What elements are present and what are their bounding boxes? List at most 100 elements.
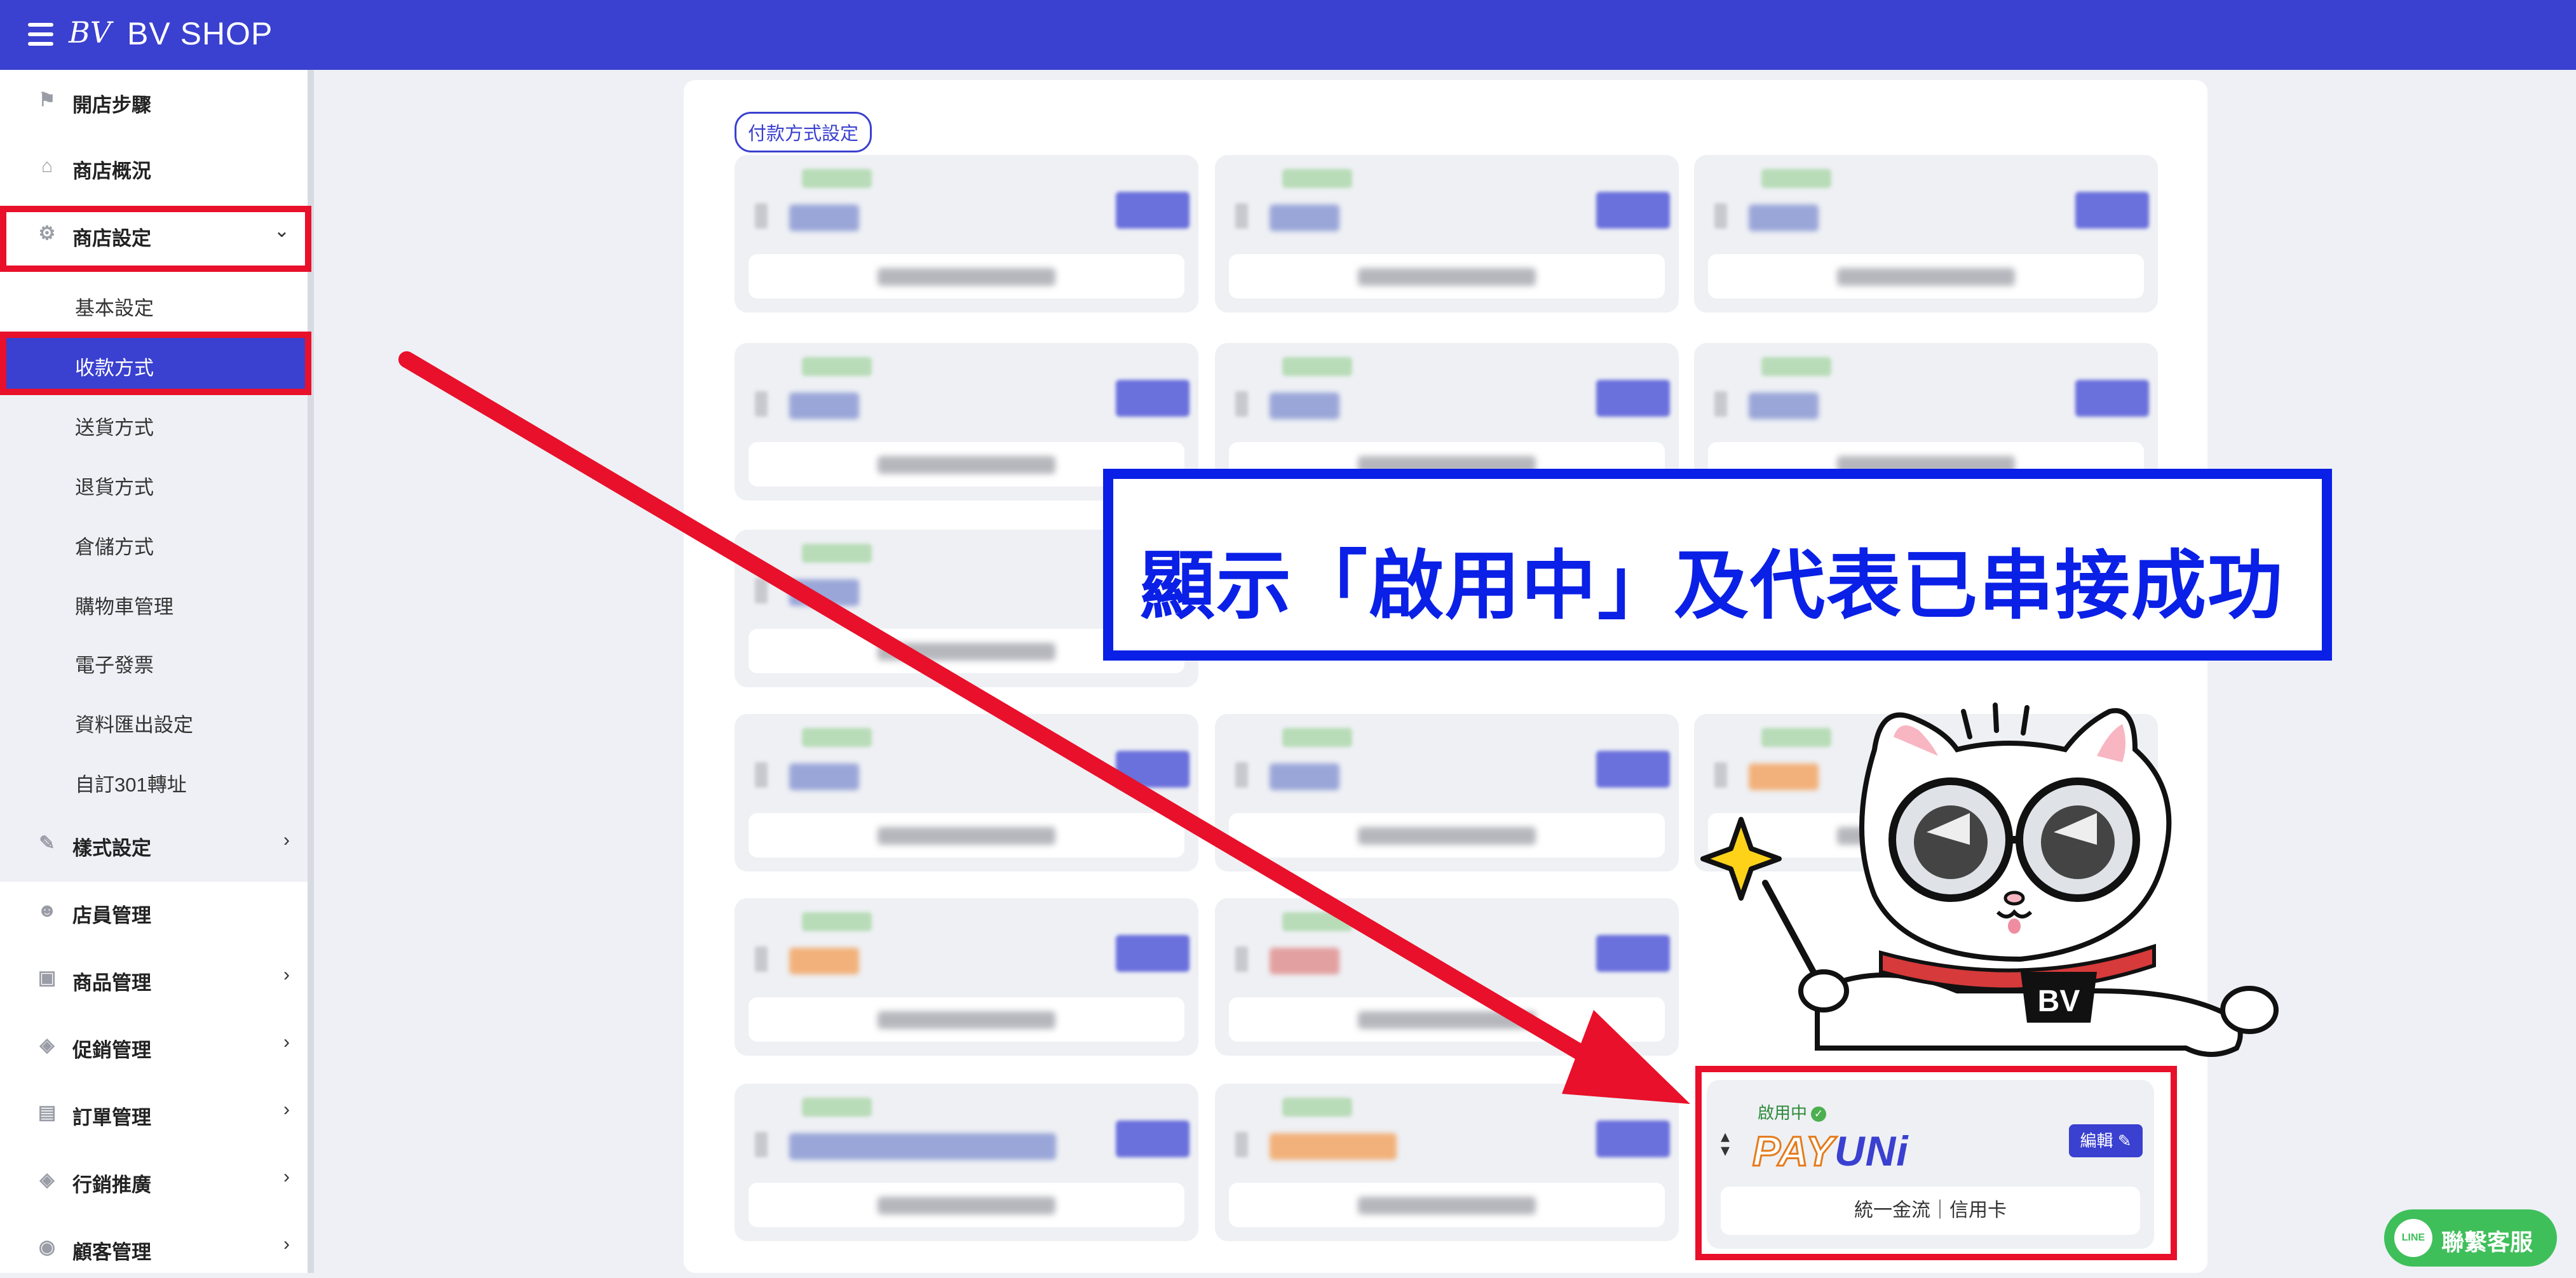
sidebar-subitem-label: 退貨方式 [75, 476, 154, 499]
edit-button[interactable] [2075, 192, 2149, 229]
sort-handle-icon[interactable] [755, 391, 768, 417]
sidebar-subitem-storage-methods[interactable]: 倉儲方式 [0, 513, 310, 572]
hamburger-menu-icon[interactable] [28, 23, 53, 46]
payment-logo [789, 393, 859, 419]
payment-description [749, 254, 1184, 299]
sidebar-item-order-management[interactable]: ▤ 訂單管理 › [0, 1082, 310, 1143]
payment-card[interactable] [735, 898, 1198, 1056]
sidebar-subitem-data-export[interactable]: 資料匯出設定 [0, 691, 310, 750]
payment-logo [1270, 948, 1339, 974]
payment-description [749, 813, 1184, 858]
sidebar-subitem-shipping-methods[interactable]: 送貨方式 [0, 394, 310, 452]
edit-button[interactable] [1116, 935, 1190, 972]
edit-button[interactable] [1596, 380, 1670, 417]
sort-handle-icon[interactable] [1714, 203, 1727, 229]
chevron-right-icon: › [283, 1166, 290, 1187]
sidebar-item-label: 訂單管理 [72, 1106, 151, 1129]
chevron-right-icon: › [283, 830, 290, 851]
payment-card[interactable] [735, 714, 1198, 871]
edit-button[interactable] [1116, 1120, 1190, 1157]
sidebar-item-promotion-management[interactable]: ◈ 促銷管理 › [0, 1015, 310, 1076]
sort-handle-icon[interactable] [1235, 762, 1248, 788]
payment-card[interactable] [735, 155, 1198, 313]
box-icon: ▣ [37, 967, 57, 988]
line-icon: LINE [2394, 1219, 2432, 1257]
sort-handle-icon[interactable] [755, 946, 768, 972]
sidebar-subitem-cart-management[interactable]: 購物車管理 [0, 573, 310, 631]
status-label [802, 544, 872, 563]
edit-button[interactable] [1116, 192, 1190, 229]
sidebar-subitem-label: 購物車管理 [75, 596, 173, 618]
sidebar-item-staff-management[interactable]: ☻ 店員管理 [0, 880, 310, 941]
sidebar-subitem-label: 資料匯出設定 [75, 714, 193, 736]
status-label [1282, 728, 1352, 747]
annotation-text: 顯示「啟用中」及代表已串接成功 [1140, 544, 2284, 628]
edit-button[interactable] [1116, 751, 1190, 788]
sidebar-subitem-basic-settings[interactable]: 基本設定 [0, 274, 310, 333]
sidebar-item-marketing[interactable]: ◈ 行銷推廣 › [0, 1150, 310, 1211]
status-label [1282, 1098, 1352, 1117]
sidebar-subitem-label: 自訂301轉址 [75, 774, 187, 796]
payment-logo [789, 205, 859, 231]
payment-card[interactable] [1215, 1084, 1679, 1241]
status-label [802, 169, 872, 188]
payment-description [1229, 1183, 1665, 1227]
edit-button[interactable] [1116, 380, 1190, 417]
edit-button[interactable] [1596, 192, 1670, 229]
payment-card[interactable] [735, 1084, 1198, 1241]
sidebar-item-store-overview[interactable]: ⌂ 商店概況 [0, 136, 310, 197]
home-icon: ⌂ [41, 156, 53, 177]
payment-description [1229, 254, 1665, 299]
status-label [1761, 357, 1831, 376]
payment-description [1229, 813, 1665, 858]
payment-card[interactable] [1694, 155, 2158, 313]
highlight-payuni-card [1695, 1066, 2177, 1260]
sidebar-item-customer-management[interactable]: ◉ 顧客管理 › [0, 1217, 310, 1278]
edit-button[interactable] [2075, 380, 2149, 417]
cat-mascot: BV [1700, 703, 2279, 1057]
brand-name[interactable]: BV SHOP [127, 15, 273, 52]
sort-handle-icon[interactable] [755, 1132, 768, 1157]
edit-button[interactable] [1596, 935, 1670, 972]
top-bar: BV BV SHOP [0, 0, 2576, 70]
sidebar-item-label: 店員管理 [72, 905, 151, 927]
sidebar-item-label: 樣式設定 [72, 837, 151, 859]
sort-handle-icon[interactable] [1235, 391, 1248, 417]
section-tag: 付款方式設定 [735, 112, 872, 152]
user-icon: ◉ [38, 1237, 56, 1258]
edit-button[interactable] [1596, 1120, 1670, 1157]
tag-icon: ◈ [39, 1035, 55, 1056]
payment-card[interactable] [1215, 155, 1679, 313]
sort-handle-icon[interactable] [755, 203, 768, 229]
payment-logo [789, 763, 859, 790]
tag-icon: ◈ [39, 1169, 55, 1190]
sort-handle-icon[interactable] [1235, 1132, 1248, 1157]
sidebar-item-label: 開店步驟 [72, 94, 151, 116]
sidebar-item-product-management[interactable]: ▣ 商品管理 › [0, 948, 310, 1009]
payment-description [749, 997, 1184, 1042]
sidebar-subitem-e-invoice[interactable]: 電子發票 [0, 631, 310, 690]
sort-handle-icon[interactable] [755, 578, 768, 603]
sort-handle-icon[interactable] [755, 762, 768, 788]
chevron-right-icon: › [283, 1099, 290, 1120]
status-label [1761, 169, 1831, 188]
sidebar-subitem-301-redirect[interactable]: 自訂301轉址 [0, 751, 310, 809]
line-support-button[interactable]: LINE 聯繫客服 [2384, 1209, 2557, 1267]
sidebar-item-style-settings[interactable]: ✎ 樣式設定 › [0, 813, 310, 874]
status-label [802, 728, 872, 747]
sort-handle-icon[interactable] [1714, 391, 1727, 417]
sidebar-item-setup-steps[interactable]: ⚑ 開店步驟 [0, 70, 310, 131]
edit-button[interactable] [1596, 751, 1670, 788]
brand-logo[interactable]: BV [69, 15, 111, 50]
payment-logo [789, 1133, 1056, 1160]
sort-handle-icon[interactable] [1235, 946, 1248, 972]
payment-card[interactable] [1215, 898, 1679, 1056]
sidebar-subitem-label: 送貨方式 [75, 417, 154, 439]
payment-card[interactable] [1215, 714, 1679, 871]
sidebar-subitem-return-methods[interactable]: 退貨方式 [0, 454, 310, 512]
mascot-badge-text: BV [2038, 985, 2080, 1018]
sort-handle-icon[interactable] [1235, 203, 1248, 229]
payment-logo [1270, 393, 1339, 419]
status-label [1282, 169, 1352, 188]
flag-icon: ⚑ [38, 90, 56, 111]
